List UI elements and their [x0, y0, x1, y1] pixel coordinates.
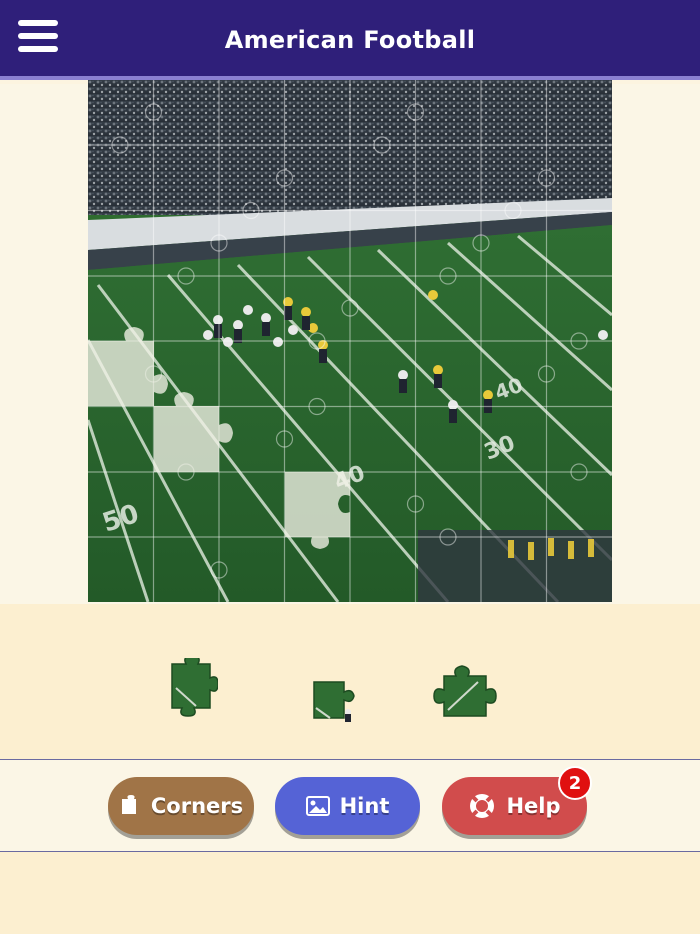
bottom-area [0, 852, 700, 934]
help-count-badge: 2 [558, 766, 592, 800]
puzzle-piece[interactable] [428, 660, 502, 724]
lifebuoy-icon [468, 792, 496, 820]
image-icon [305, 796, 330, 816]
corner-piece-icon [119, 795, 141, 817]
puzzle-piece[interactable] [166, 658, 218, 720]
puzzle-board[interactable]: 50 40 30 40 [88, 80, 612, 602]
header-bar: American Football [0, 0, 700, 80]
piece-tray [0, 604, 700, 759]
hint-label: Hint [339, 794, 390, 818]
corners-label: Corners [150, 794, 244, 818]
puzzle-image: 50 40 30 40 [88, 80, 612, 602]
hint-button[interactable]: Hint [275, 777, 420, 835]
page-title: American Football [224, 26, 476, 54]
puzzle-piece[interactable] [310, 678, 370, 726]
action-bar: Corners Hint Help [0, 759, 700, 852]
corners-button[interactable]: Corners [108, 777, 254, 835]
help-label: Help [506, 794, 561, 818]
